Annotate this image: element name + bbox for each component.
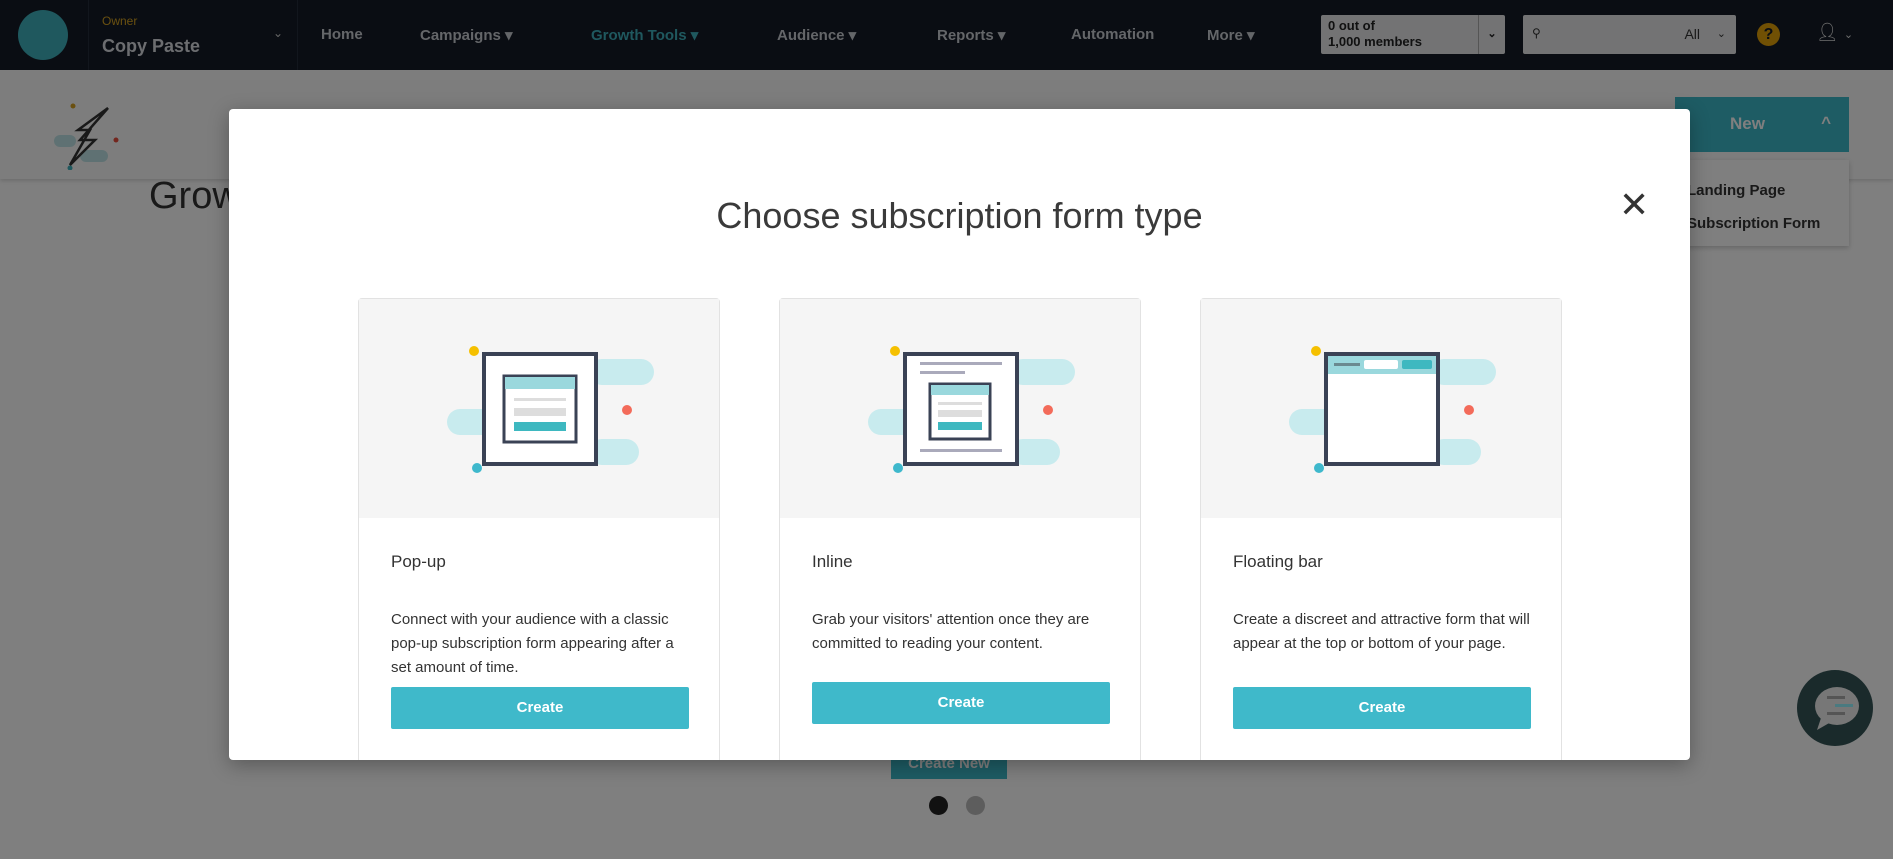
card-description: Connect with your audience with a classi… <box>391 611 674 676</box>
card-description: Create a discreet and attractive form th… <box>1233 611 1530 652</box>
card-title: Pop-up <box>391 552 446 571</box>
create-popup-button[interactable]: Create <box>391 687 689 729</box>
card-title: Inline <box>812 552 853 571</box>
form-type-card-inline[interactable]: Inline Grab your visitors' attention onc… <box>779 298 1141 760</box>
create-inline-button[interactable]: Create <box>812 682 1110 724</box>
chat-bubble-icon <box>1815 687 1859 730</box>
inline-illustration <box>780 299 1140 518</box>
floating-bar-illustration <box>1201 299 1561 518</box>
popup-illustration <box>359 299 719 518</box>
create-floating-bar-button[interactable]: Create <box>1233 687 1531 729</box>
subscription-form-type-modal: Choose subscription form type ✕ Pop-up C… <box>229 109 1690 760</box>
form-type-card-floating-bar[interactable]: Floating bar Create a discreet and attra… <box>1200 298 1562 760</box>
chat-widget-button[interactable] <box>1797 670 1873 746</box>
close-icon[interactable]: ✕ <box>1619 187 1649 223</box>
form-type-card-popup[interactable]: Pop-up Connect with your audience with a… <box>358 298 720 760</box>
card-description: Grab your visitors' attention once they … <box>812 611 1090 652</box>
modal-title: Choose subscription form type <box>716 195 1203 236</box>
card-title: Floating bar <box>1233 552 1323 571</box>
